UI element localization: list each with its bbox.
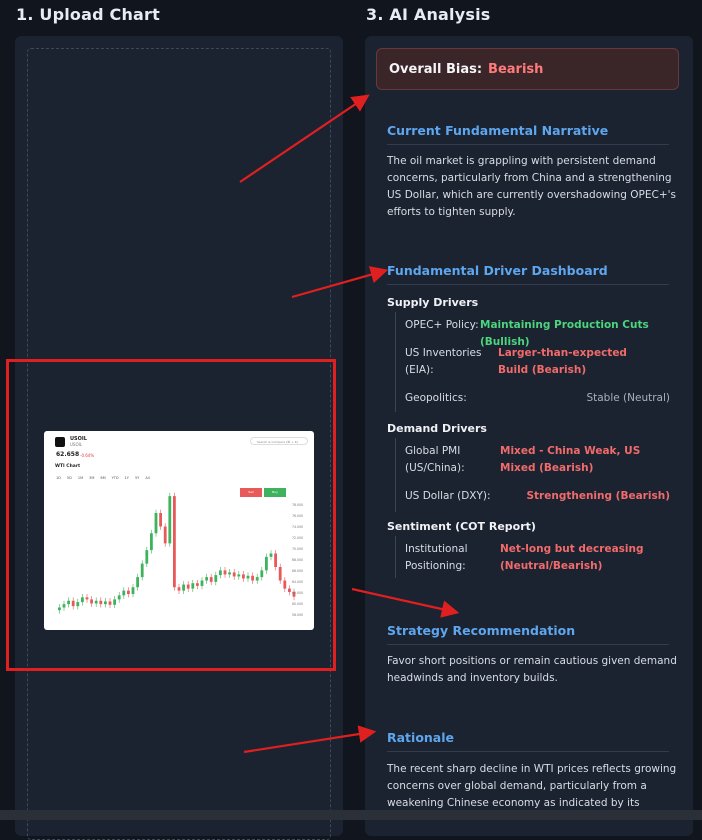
annotation-arrow <box>351 587 460 618</box>
window-bottom-bar <box>0 810 702 820</box>
annotation-arrow <box>291 266 389 299</box>
annotation-arrow <box>243 725 377 754</box>
annotation-overlay <box>239 94 460 754</box>
annotation-arrow <box>239 94 370 183</box>
